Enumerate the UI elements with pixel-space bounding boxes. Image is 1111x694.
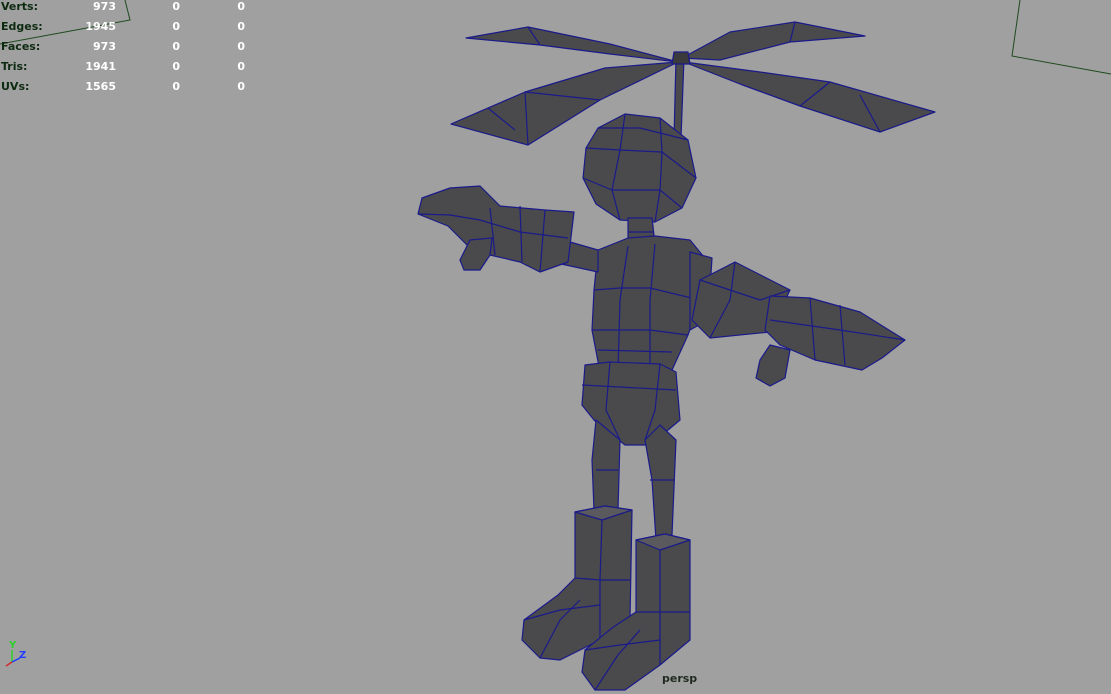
axis-lines bbox=[5, 650, 21, 667]
camera-name-label: persp bbox=[662, 672, 698, 685]
propeller-hub bbox=[671, 51, 691, 65]
hud-value-total: 1945 bbox=[85, 20, 116, 33]
axis-label-y: Y bbox=[9, 640, 17, 651]
hud-value-total: 973 bbox=[93, 0, 116, 13]
hud-value-component: 0 bbox=[237, 20, 245, 33]
hud-value-selected: 0 bbox=[172, 40, 180, 53]
hud-value-selected: 0 bbox=[172, 60, 180, 73]
hud-value-total: 1941 bbox=[85, 60, 116, 73]
hud-value-component: 0 bbox=[237, 60, 245, 73]
hud-value-selected: 0 bbox=[172, 20, 180, 33]
hud-value-component: 0 bbox=[237, 80, 245, 93]
viewport-3d[interactable]: Verts: 973 0 0 Edges: 1945 0 0 Faces: 97… bbox=[0, 0, 1111, 694]
axis-label-z: Z bbox=[19, 650, 27, 661]
hud-label: Faces: bbox=[1, 40, 41, 53]
glove-screen-left bbox=[417, 185, 575, 273]
hud-value-selected: 0 bbox=[172, 80, 180, 93]
hud-value-total: 1565 bbox=[85, 80, 116, 93]
hud-value-selected: 0 bbox=[172, 0, 180, 13]
hud-value-total: 973 bbox=[93, 40, 116, 53]
character-mesh[interactable] bbox=[0, 0, 1111, 694]
hud-label: Tris: bbox=[1, 60, 28, 73]
hud-row-verts: Verts: 973 0 0 bbox=[0, 0, 260, 14]
propeller-shaft bbox=[673, 57, 685, 139]
view-axis-gizmo: Y Z bbox=[2, 640, 32, 670]
hud-row-edges: Edges: 1945 0 0 bbox=[0, 20, 260, 34]
right-leg bbox=[644, 424, 677, 541]
hud-value-component: 0 bbox=[237, 0, 245, 13]
hud-label: UVs: bbox=[1, 80, 30, 93]
thumb-screen-right bbox=[755, 344, 791, 387]
hud-value-component: 0 bbox=[237, 40, 245, 53]
hud-row-uvs: UVs: 1565 0 0 bbox=[0, 80, 260, 94]
hud-row-tris: Tris: 1941 0 0 bbox=[0, 60, 260, 74]
propeller-blade-back-left bbox=[465, 26, 679, 63]
hud-label: Verts: bbox=[1, 0, 39, 13]
hud-label: Edges: bbox=[1, 20, 43, 33]
propeller-blade-back-right bbox=[681, 21, 866, 61]
propeller-blade-front-right bbox=[683, 61, 936, 133]
hud-row-faces: Faces: 973 0 0 bbox=[0, 40, 260, 54]
